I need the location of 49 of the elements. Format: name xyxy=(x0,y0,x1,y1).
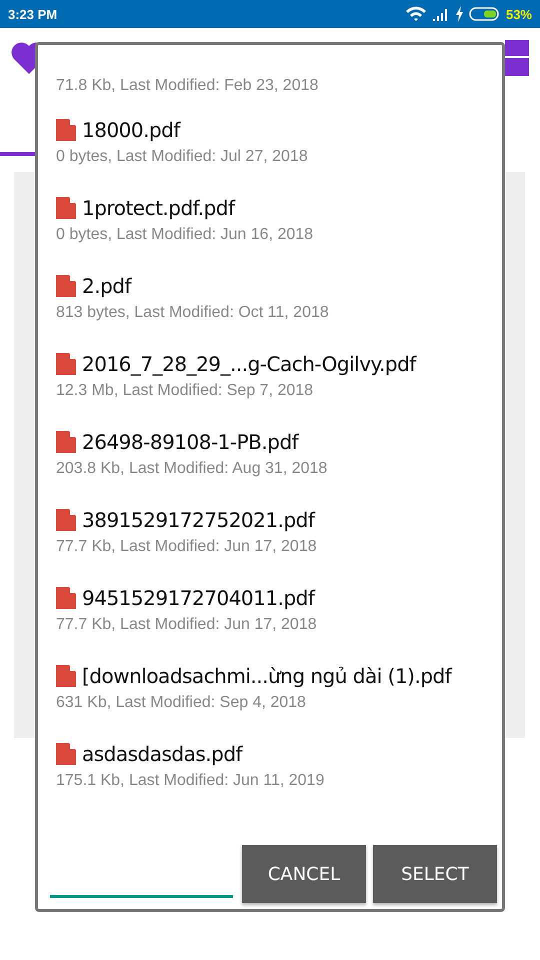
file-icon xyxy=(56,587,76,609)
file-item[interactable]: 2.pdf 813 bytes, Last Modified: Oct 11, 2018 xyxy=(56,259,484,337)
file-item[interactable]: [downloadsachmi...ừng ngủ dài (1).pdf 631 Kb, Last Modified: Sep 4, 2018 xyxy=(56,649,484,727)
file-name: 3891529172752021.pdf xyxy=(82,508,314,532)
file-name: [downloadsachmi...ừng ngủ dài (1).pdf xyxy=(82,664,452,688)
clock-text: 3:23 PM xyxy=(8,6,58,22)
file-name: 1protect.pdf.pdf xyxy=(82,196,235,220)
file-details: 175.1 Kb, Last Modified: Jun 11, 2019 xyxy=(56,772,326,790)
file-item[interactable]: 9451529172704011.pdf 77.7 Kb, Last Modified: Jun 17, 2018 xyxy=(56,571,484,649)
file-name: asdasdasdas.pdf xyxy=(82,742,242,766)
grid-icon xyxy=(505,40,529,76)
file-item[interactable]: 18000.pdf 0 bytes, Last Modified: Jul 27, 2018 xyxy=(56,103,484,181)
file-name: 2016_7_28_29_...g-Cach-Ogilvy.pdf xyxy=(82,352,416,376)
file-details: 0 bytes, Last Modified: Jul 27, 2018 xyxy=(56,148,309,166)
file-icon xyxy=(56,743,76,765)
file-details: 631 Kb, Last Modified: Sep 4, 2018 xyxy=(56,694,307,712)
file-icon xyxy=(56,431,76,453)
file-details: 203.8 Kb, Last Modified: Aug 31, 2018 xyxy=(56,460,328,478)
signal-icon xyxy=(432,7,450,21)
bolt-icon xyxy=(454,6,464,22)
file-item[interactable]: 3891529172752021.pdf 77.7 Kb, Last Modified: Jun 17, 2018 xyxy=(56,493,484,571)
file-item[interactable]: 26498-89108-1-PB.pdf 203.8 Kb, Last Modified: Aug 31, 2018 xyxy=(56,415,484,493)
dialog-button[interactable]: SELECT xyxy=(373,845,497,903)
file-details: 12.3 Mb, Last Modified: Sep 7, 2018 xyxy=(56,382,314,400)
file-details: 71.8 Kb, Last Modified: Feb 23, 2018 xyxy=(56,77,320,95)
battery-icon xyxy=(468,7,501,21)
file-icon xyxy=(56,509,76,531)
file-icon xyxy=(56,353,76,375)
file-name: 26498-89108-1-PB.pdf xyxy=(82,430,298,454)
battery-percent: 53% xyxy=(506,6,532,22)
file-name: 2.pdf xyxy=(82,274,132,298)
dialog-button[interactable]: CANCEL xyxy=(242,845,366,903)
file-item[interactable]: 1protect.pdf.pdf 0 bytes, Last Modified: Jun 16, 2018 xyxy=(56,181,484,259)
file-details: 813 bytes, Last Modified: Oct 11, 2018 xyxy=(56,304,330,322)
file-icon xyxy=(56,197,76,219)
file-item[interactable]: 2016_7_28_29_...g-Cach-Ogilvy.pdf 12.3 Mb, Last Modified: Sep 7, 2018 xyxy=(56,337,484,415)
file-details: 0 bytes, Last Modified: Jun 16, 2018 xyxy=(56,226,314,244)
file-item[interactable]: 71.8 Kb, Last Modified: Feb 23, 2018 xyxy=(56,45,484,103)
wifi-icon xyxy=(404,6,427,22)
file-icon xyxy=(56,119,76,141)
input-field[interactable] xyxy=(50,895,233,898)
file-name: 9451529172704011.pdf xyxy=(82,586,314,610)
file-details: 77.7 Kb, Last Modified: Jun 17, 2018 xyxy=(56,616,318,634)
file-name: 18000.pdf xyxy=(82,118,180,142)
file-icon xyxy=(56,665,76,687)
tab-indicator xyxy=(0,152,36,156)
file-icon xyxy=(56,275,76,297)
file-details: 77.7 Kb, Last Modified: Jun 17, 2018 xyxy=(56,538,318,556)
file-item[interactable]: asdasdasdas.pdf 175.1 Kb, Last Modified: Jun 11, 2019 xyxy=(56,727,484,805)
